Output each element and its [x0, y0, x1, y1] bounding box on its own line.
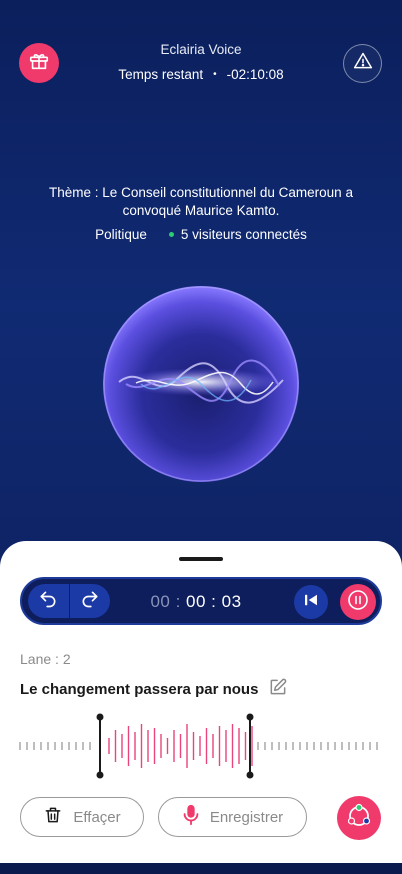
timer-seconds: 00 : 03 — [186, 592, 242, 611]
selection-handle-top — [246, 713, 254, 721]
player-controls: 00 : 00 : 03 — [20, 577, 382, 625]
online-status: 5 visiteurs connectés — [168, 227, 307, 242]
undo-button[interactable] — [28, 584, 69, 618]
remaining-label: Temps restant — [118, 67, 204, 82]
record-button[interactable]: Enregistrer — [158, 797, 307, 837]
app-title: Eclairia Voice — [160, 42, 242, 57]
undo-redo-group — [28, 584, 110, 618]
timer-minutes: 00 : — [150, 592, 181, 611]
recording-timer: 00 : 00 : 03 — [140, 592, 252, 612]
report-button[interactable] — [343, 44, 382, 83]
category-label: Politique — [95, 227, 147, 242]
pause-icon — [346, 588, 370, 617]
bottom-strip — [0, 863, 402, 874]
separator: • — [213, 69, 217, 80]
team-icon — [345, 802, 373, 835]
team-button[interactable] — [337, 796, 381, 840]
selection-handle-top — [96, 713, 104, 721]
voice-orb — [103, 286, 299, 482]
sheet-handle[interactable] — [179, 557, 223, 561]
skip-back-button[interactable] — [294, 585, 328, 619]
lane-label: Lane : 2 — [20, 651, 71, 667]
selection-handle-bottom — [96, 771, 104, 779]
phrase-text: Le changement passera par nous — [20, 681, 259, 698]
recorder-sheet: 00 : 00 : 03 Lane : 2 Le changement pass… — [0, 541, 402, 863]
phrase-row: Le changement passera par nous — [20, 677, 288, 702]
redo-button[interactable] — [69, 584, 110, 618]
edit-icon[interactable] — [268, 677, 288, 702]
remaining-value: -02:10:08 — [226, 67, 284, 82]
record-label: Enregistrer — [209, 808, 284, 826]
theme-text: Thème : Le Conseil constitutionnel du Ca… — [49, 185, 353, 218]
online-count: 5 visiteurs connectés — [180, 227, 307, 242]
pause-button[interactable] — [340, 584, 376, 620]
delete-button[interactable]: Effaçer — [20, 797, 144, 837]
skip-back-icon — [302, 591, 320, 614]
remaining-time: Temps restant • -02:10:08 — [0, 67, 402, 82]
warning-triangle-icon — [353, 51, 373, 76]
redo-icon — [80, 589, 100, 614]
trash-icon — [43, 805, 63, 829]
online-dot — [168, 232, 174, 237]
topic-meta: Politique 5 visiteurs connectés — [0, 227, 402, 242]
delete-label: Effaçer — [73, 808, 121, 826]
undo-icon — [38, 589, 58, 614]
microphone-icon — [182, 804, 200, 830]
selection-handle-bottom — [246, 771, 254, 779]
waveform[interactable] — [18, 711, 384, 781]
